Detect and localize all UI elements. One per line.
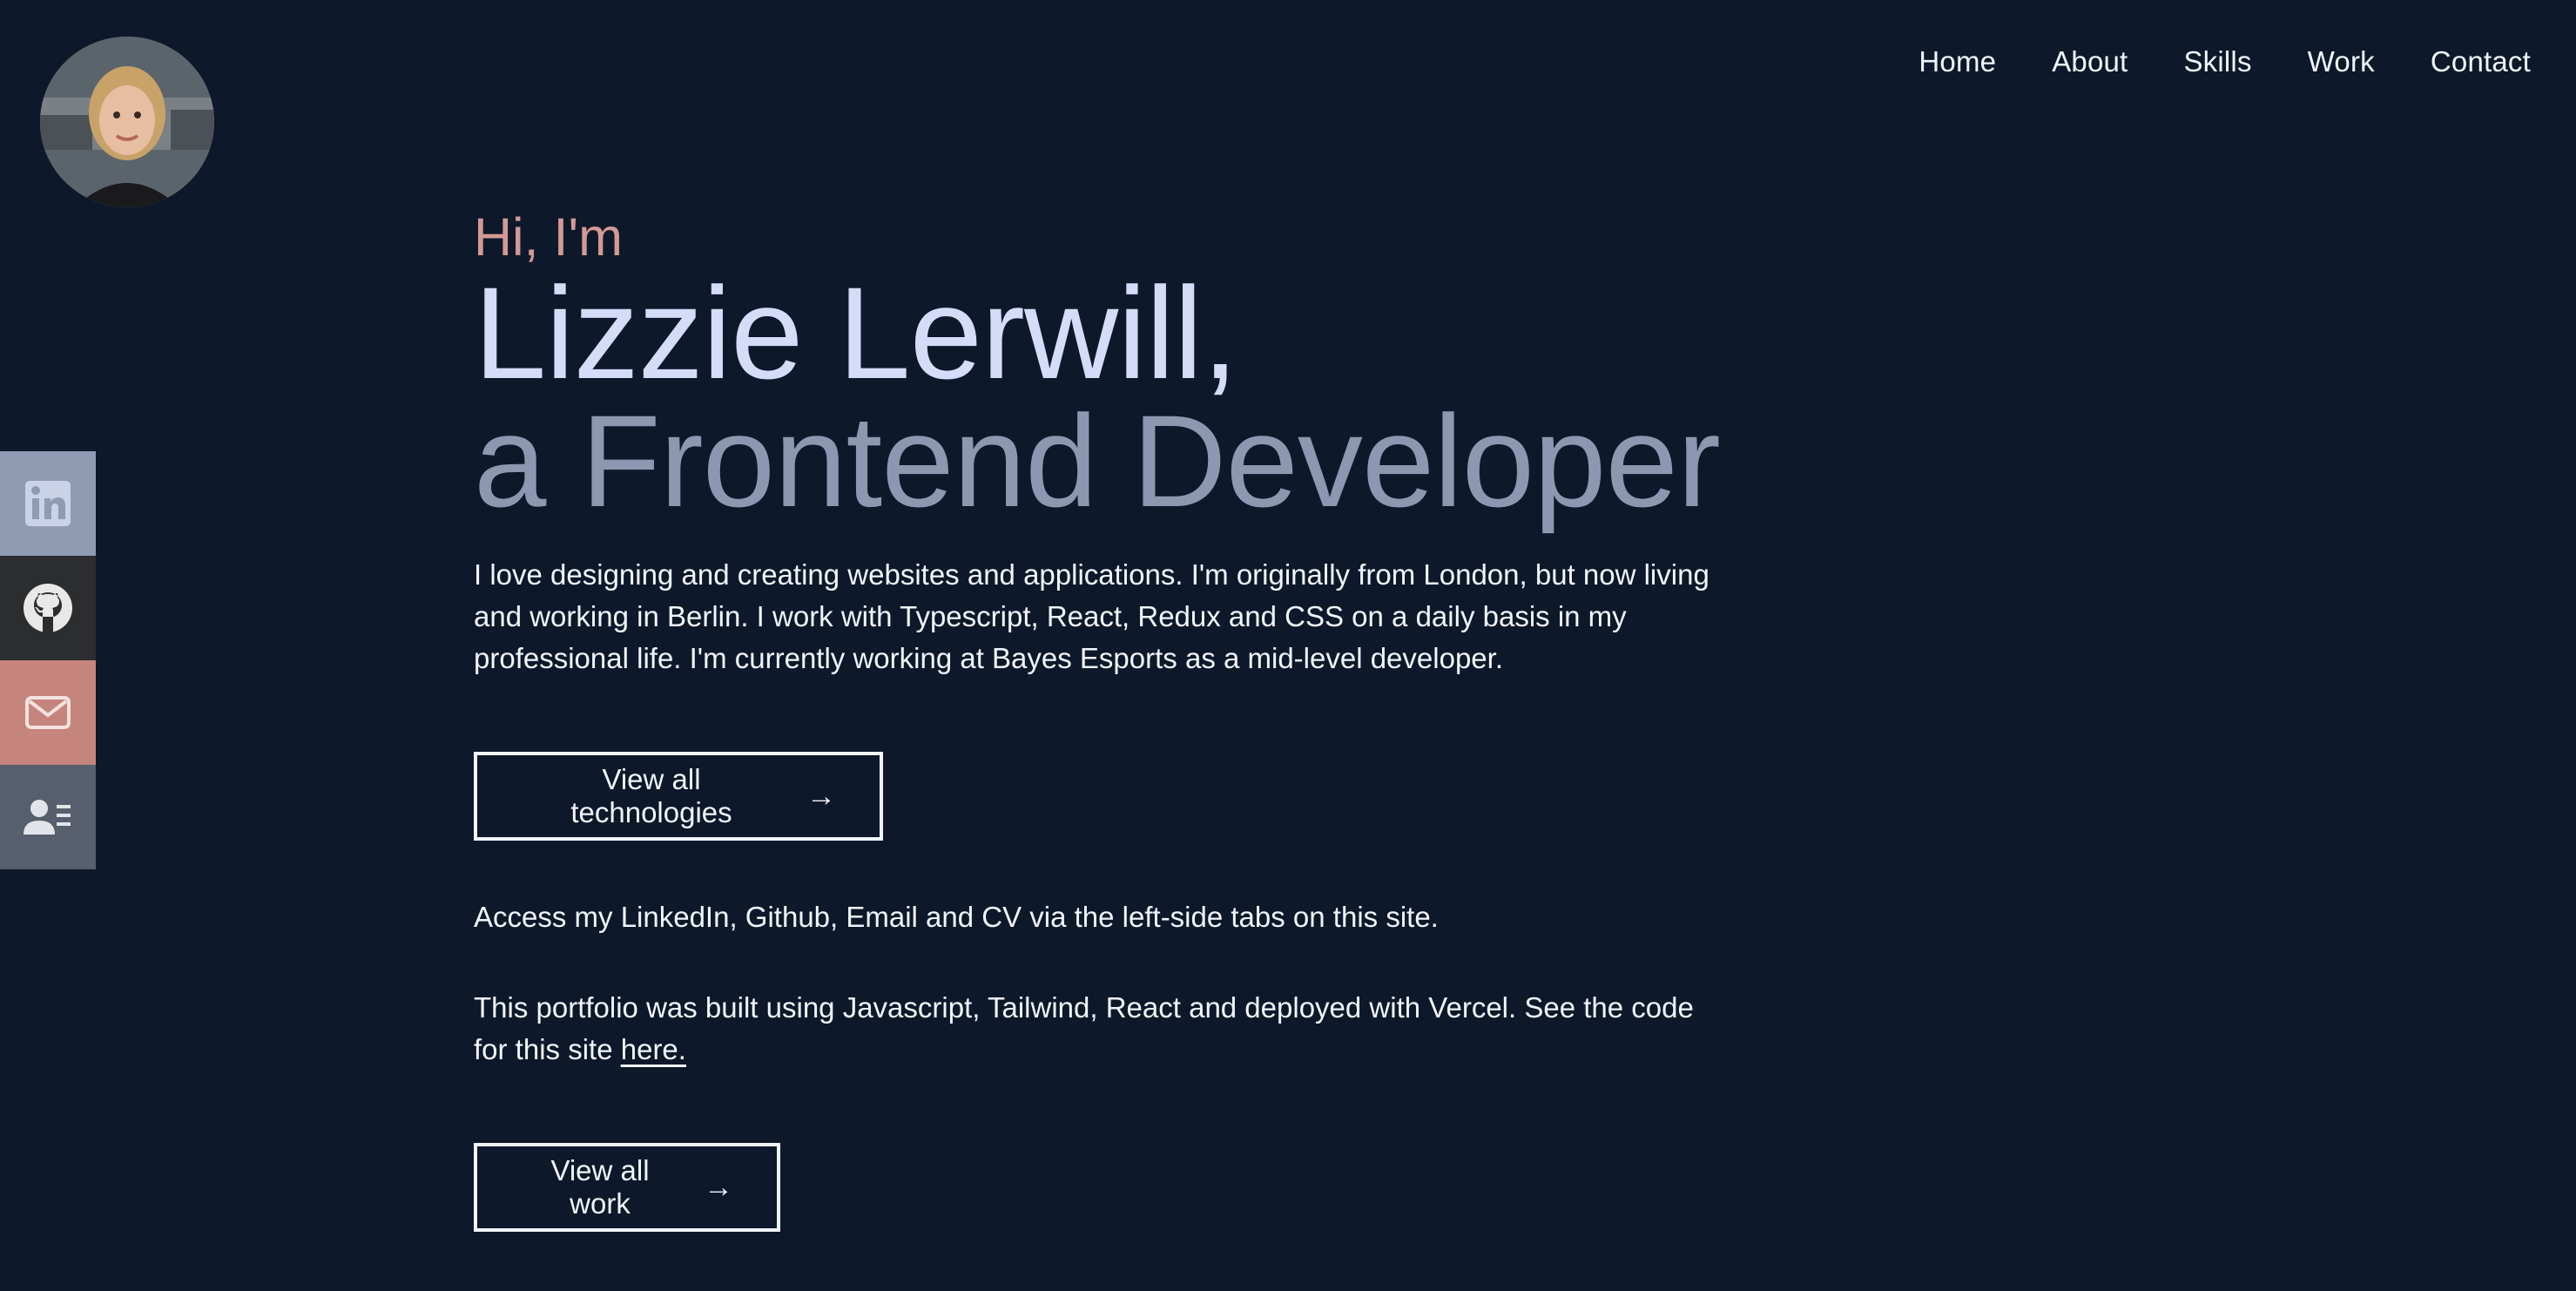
view-work-button[interactable]: View all work → [474,1143,780,1232]
nav-skills[interactable]: Skills [2183,45,2251,78]
view-work-label: View all work [550,1154,650,1220]
arrow-right-icon: → [704,1170,733,1204]
hero-section: Hi, I'm Lizzie Lerwill, a Frontend Devel… [474,206,1745,1232]
nav-contact[interactable]: Contact [2431,45,2531,78]
source-code-link[interactable]: here. [621,1033,686,1065]
cv-tab[interactable] [0,765,96,869]
built-with-text: This portfolio was built using Javascrip… [474,987,1710,1071]
arrow-right-icon: → [806,779,836,813]
intro-paragraph: I love designing and creating websites a… [474,558,1709,674]
linkedin-tab[interactable] [0,451,96,556]
github-icon [24,584,72,632]
github-tab[interactable] [0,556,96,660]
email-tab[interactable] [0,660,96,765]
linkedin-icon [25,481,71,526]
nav-work[interactable]: Work [2308,45,2375,78]
hero-role: a Frontend Developer [474,388,1721,534]
view-technologies-button[interactable]: View all technologies → [474,752,883,841]
view-technologies-label: View all technologies [570,763,732,828]
main-nav: Home About Skills Work Contact [1919,45,2531,78]
email-icon [25,696,71,729]
avatar [40,37,214,207]
nav-home[interactable]: Home [1919,45,1996,78]
nav-about[interactable]: About [2052,45,2128,78]
profile-photo [40,37,214,207]
access-text: Access my LinkedIn, Github, Email and CV… [474,901,1439,933]
cv-icon [24,800,71,835]
social-side-tabs [0,451,96,869]
hero-name: Lizzie Lerwill, [474,260,1238,406]
